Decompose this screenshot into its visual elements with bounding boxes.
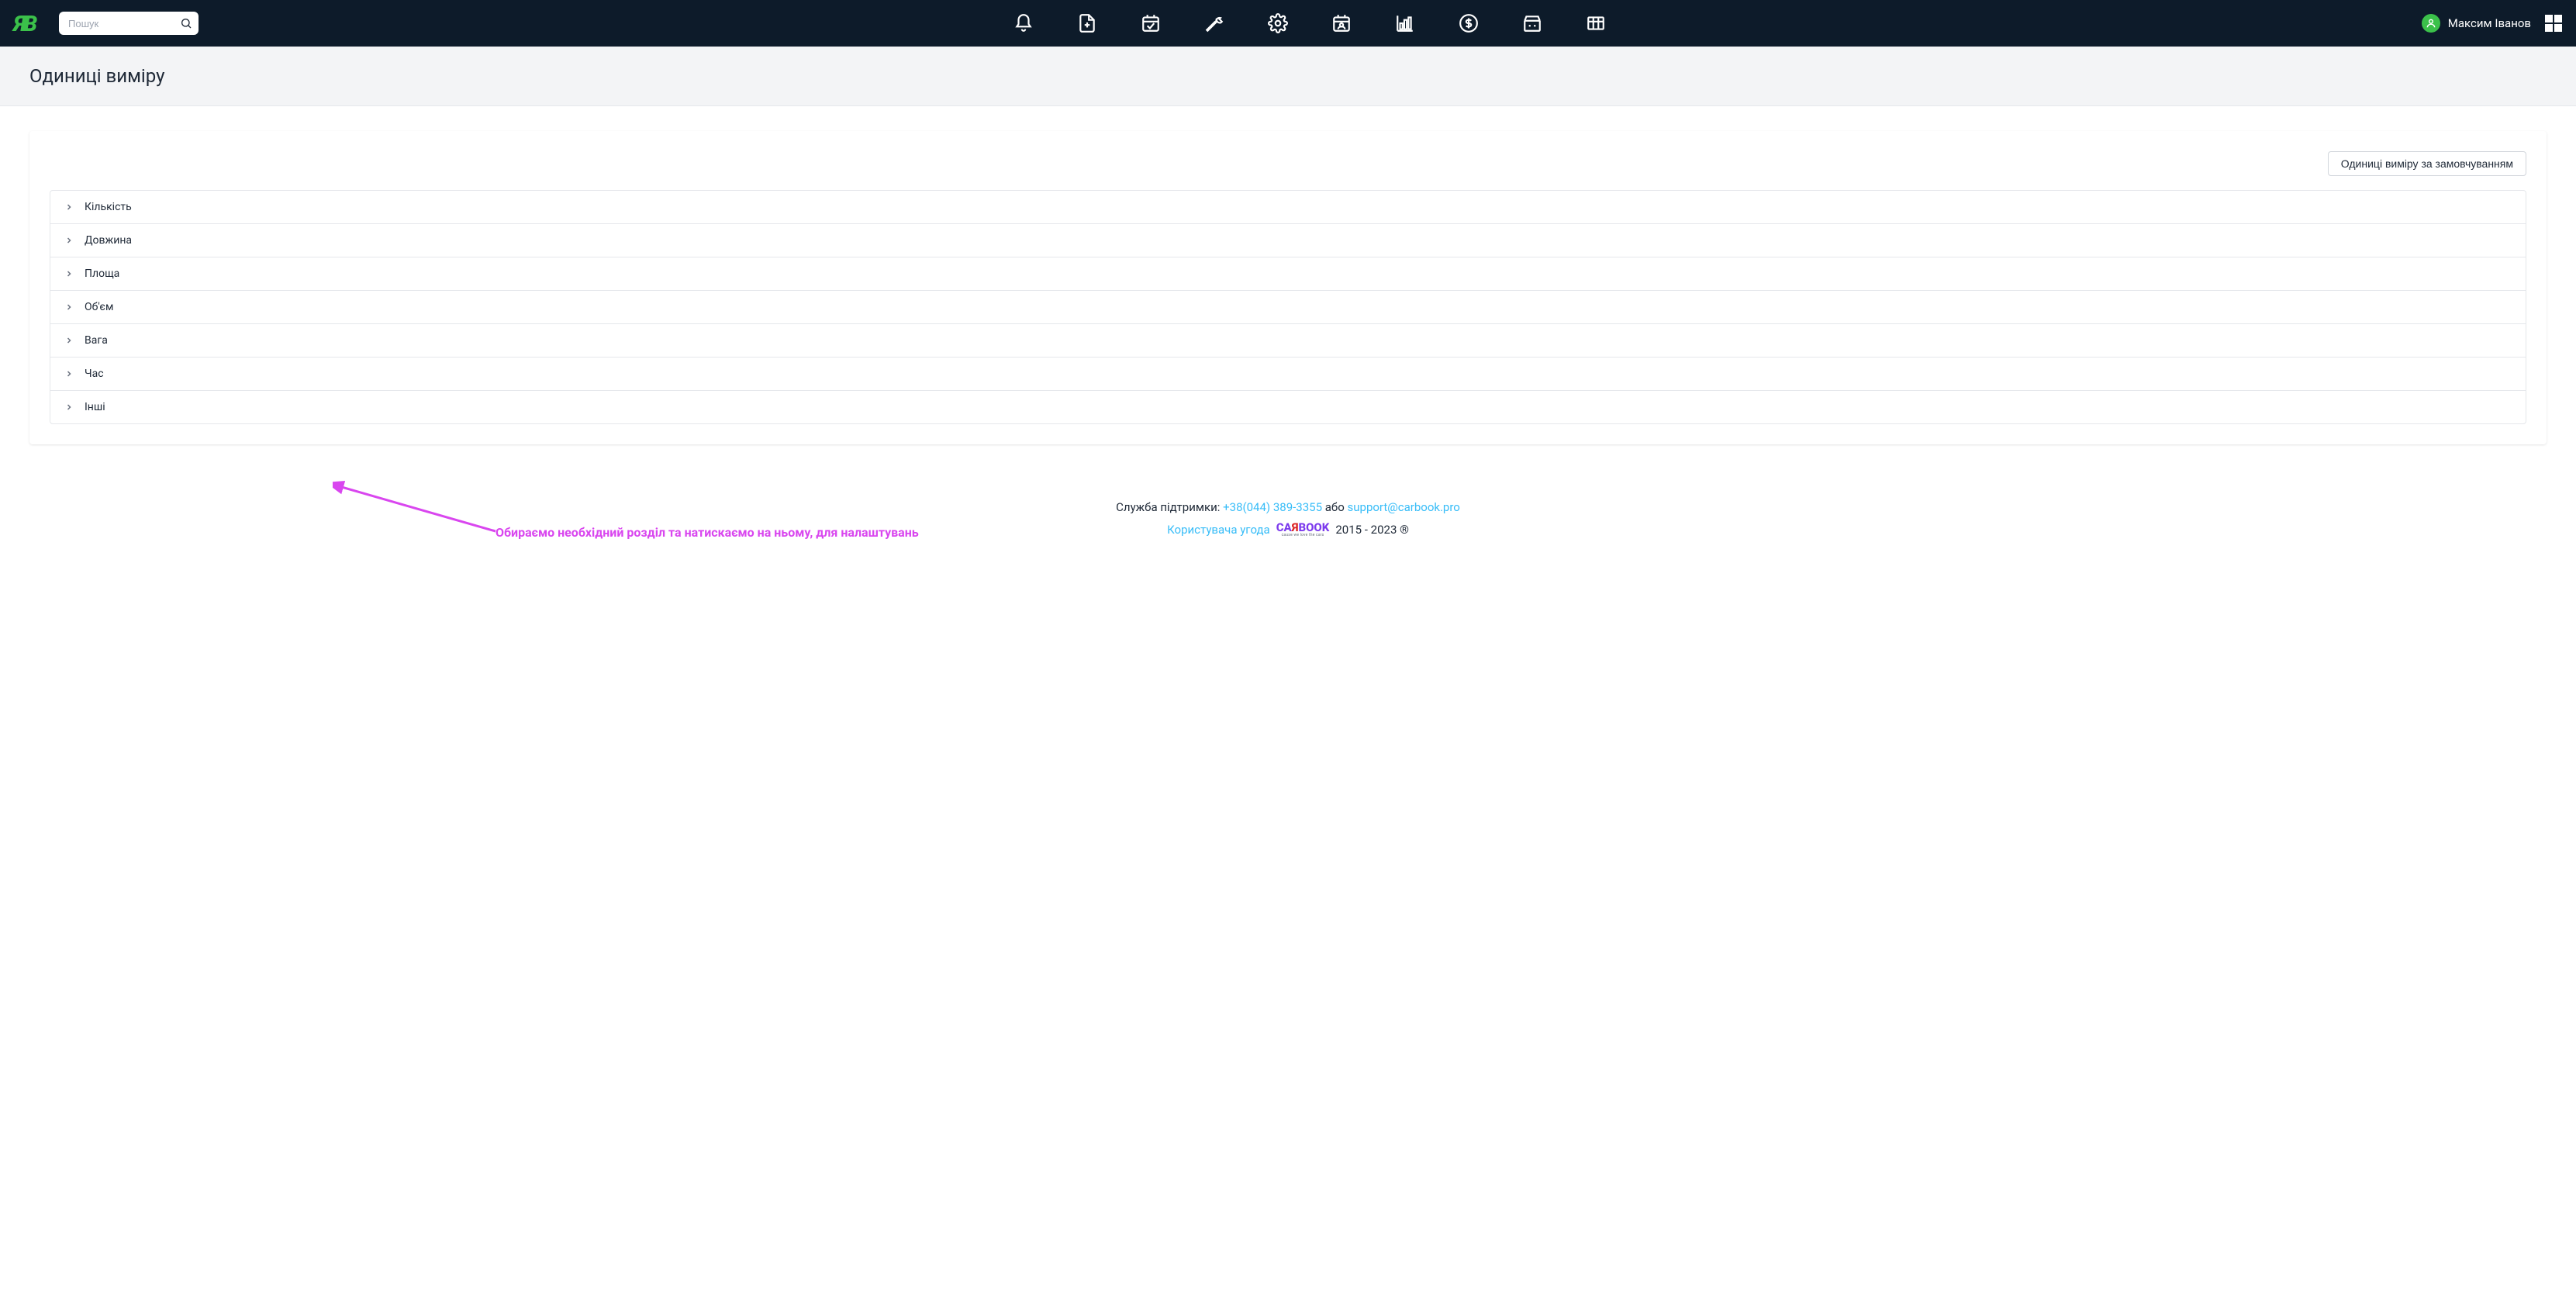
chevron-right-icon	[64, 236, 74, 245]
bar-chart-icon[interactable]	[1395, 13, 1415, 33]
footer-agreement-link[interactable]: Користувача угода	[1167, 523, 1270, 537]
dollar-icon[interactable]	[1459, 13, 1479, 33]
footer-phone-link[interactable]: +38(044) 389-3355	[1223, 500, 1322, 514]
topbar: ЯB Максим Іванов	[0, 0, 2576, 47]
chevron-right-icon	[64, 336, 74, 345]
accordion-row-other[interactable]: Інші	[50, 391, 2526, 423]
accordion-row-quantity[interactable]: Кількість	[50, 191, 2526, 224]
accordion-label: Вага	[85, 334, 108, 347]
accordion-label: Кількість	[85, 201, 132, 213]
footer-support-line: Служба підтримки: +38(044) 389-3355 або …	[16, 500, 2560, 514]
chevron-right-icon	[64, 302, 74, 312]
bell-icon[interactable]	[1013, 13, 1034, 33]
accordion-label: Об'єм	[85, 301, 113, 313]
accordion-row-weight[interactable]: Вага	[50, 324, 2526, 358]
calendar-check-icon[interactable]	[1141, 13, 1161, 33]
footer-support-label: Служба підтримки:	[1116, 500, 1220, 514]
avatar	[2422, 14, 2440, 33]
apps-grid-icon[interactable]	[2545, 15, 2562, 32]
app-logo: ЯB	[14, 11, 48, 36]
chevron-right-icon	[64, 202, 74, 212]
page-title: Одиниці виміру	[29, 65, 2547, 87]
accordion-label: Площа	[85, 268, 119, 280]
search-wrap	[59, 12, 199, 35]
accordion: Кількість Довжина Площа Об'єм Вага Час	[50, 190, 2526, 424]
card-actions: Одиниці виміру за замовчуванням	[50, 151, 2526, 176]
table-icon[interactable]	[1586, 13, 1606, 33]
footer-email-link[interactable]: support@carbook.pro	[1348, 500, 1460, 514]
accordion-row-area[interactable]: Площа	[50, 257, 2526, 291]
chevron-right-icon	[64, 402, 74, 412]
chevron-right-icon	[64, 369, 74, 378]
accordion-row-time[interactable]: Час	[50, 358, 2526, 391]
footer-copyright: 2015 - 2023 ®	[1335, 523, 1409, 537]
card: Одиниці виміру за замовчуванням Кількіст…	[29, 131, 2547, 444]
page-header: Одиниці виміру	[0, 47, 2576, 106]
search-icon[interactable]	[178, 16, 194, 31]
nav-icons	[209, 13, 2411, 33]
user-area[interactable]: Максим Іванов	[2422, 14, 2562, 33]
search-input[interactable]	[59, 12, 199, 35]
gear-icon[interactable]	[1268, 13, 1288, 33]
user-name: Максим Іванов	[2448, 16, 2531, 30]
footer-or: або	[1325, 500, 1345, 514]
accordion-label: Інші	[85, 401, 105, 413]
accordion-row-length[interactable]: Довжина	[50, 224, 2526, 257]
default-units-button[interactable]: Одиниці виміру за замовчуванням	[2328, 151, 2526, 176]
file-plus-icon[interactable]	[1077, 13, 1097, 33]
store-icon[interactable]	[1522, 13, 1542, 33]
chevron-right-icon	[64, 269, 74, 278]
footer-bottom-line: Користувача угода CAЯBOOK cause we love …	[16, 522, 2560, 537]
accordion-label: Довжина	[85, 234, 132, 247]
footer: Служба підтримки: +38(044) 389-3355 або …	[0, 469, 2576, 584]
content: Одиниці виміру за замовчуванням Кількіст…	[0, 106, 2576, 469]
carbook-logo: CAЯBOOK cause we love the cars	[1276, 522, 1330, 537]
calendar-user-icon[interactable]	[1331, 13, 1352, 33]
accordion-row-volume[interactable]: Об'єм	[50, 291, 2526, 324]
wrench-icon[interactable]	[1204, 13, 1224, 33]
accordion-label: Час	[85, 368, 104, 380]
